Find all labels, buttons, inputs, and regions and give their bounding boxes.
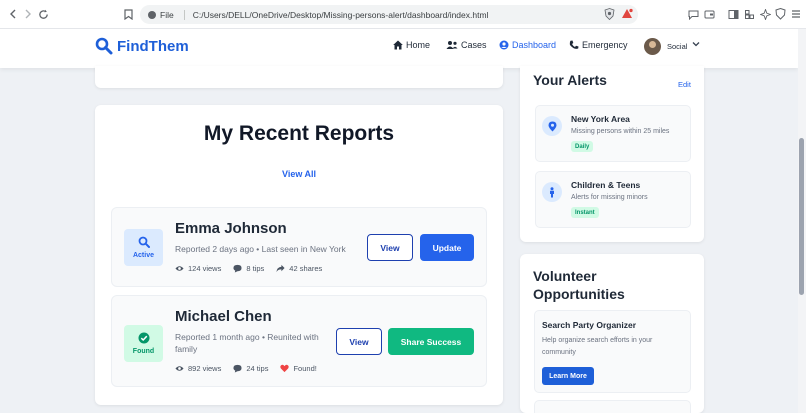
recent-reports-card: My Recent Reports View All Active Emma J…: [95, 105, 503, 405]
user-menu-label[interactable]: Social: [667, 42, 687, 51]
views-stat: 124 views: [175, 264, 221, 273]
eye-icon: [175, 266, 184, 271]
nav-home[interactable]: Home: [393, 40, 430, 50]
report-meta: Reported 1 month ago • Reunited with fam…: [175, 332, 319, 354]
address-bar[interactable]: File C:/Users/DELL/OneDrive/Desktop/Miss…: [140, 5, 638, 24]
share-success-button[interactable]: Share Success: [388, 328, 474, 355]
search-icon: [95, 37, 113, 55]
alerts-title: Your Alerts: [533, 72, 607, 88]
report-stats: 892 views 24 tips Found!: [175, 364, 329, 373]
rewards-icon[interactable]: [620, 7, 634, 21]
status-badge: Found: [124, 325, 163, 362]
site-header: FindThem Home Cases Dashboard Emergency …: [0, 29, 798, 68]
comment-icon: [233, 364, 242, 373]
check-circle-icon: [138, 332, 149, 344]
menu-icon[interactable]: [789, 7, 803, 21]
volunteer-title: Volunteer Opportunities: [533, 268, 625, 302]
view-button[interactable]: View: [367, 234, 413, 261]
home-icon: [393, 40, 403, 50]
vpn-icon[interactable]: [773, 7, 787, 21]
search-icon: [138, 236, 150, 248]
report-stats: 124 views 8 tips 42 shares: [175, 264, 334, 273]
alert-item[interactable]: New York Area Missing persons within 25 …: [535, 105, 691, 162]
learn-more-button[interactable]: Learn More: [542, 367, 594, 385]
views-stat: 892 views: [175, 364, 221, 373]
alert-item[interactable]: Children & Teens Alerts for missing mino…: [535, 171, 691, 228]
back-icon[interactable]: [6, 7, 20, 21]
nav-cases[interactable]: Cases: [446, 40, 487, 50]
eye-icon: [175, 366, 184, 371]
nav-emergency[interactable]: Emergency: [569, 40, 628, 50]
brand-logo[interactable]: FindThem: [95, 37, 189, 55]
scrollbar-thumb[interactable]: [799, 138, 804, 295]
alerts-card: Your Alerts Edit New York Area Missing p…: [520, 66, 704, 242]
info-icon: [148, 10, 156, 19]
report-name: Michael Chen: [175, 308, 272, 325]
url-text: C:/Users/DELL/OneDrive/Desktop/Missing-p…: [192, 9, 489, 20]
volunteer-item: Search Party Organizer Help organize sea…: [534, 310, 691, 393]
section-title: My Recent Reports: [203, 122, 395, 145]
report-name: Emma Johnson: [175, 220, 287, 237]
volunteer-item: [534, 400, 691, 413]
forward-icon[interactable]: [21, 7, 35, 21]
previous-card: [95, 66, 503, 88]
child-icon: [542, 182, 562, 202]
tips-stat: 8 tips: [233, 264, 264, 273]
user-circle-icon: [499, 40, 509, 50]
brand-name: FindThem: [117, 37, 189, 55]
brave-shield-icon[interactable]: [602, 7, 616, 21]
chat-icon[interactable]: [686, 7, 700, 21]
report-card: Found Michael Chen Reported 1 month ago …: [111, 295, 487, 387]
share-icon: [276, 264, 285, 273]
update-button[interactable]: Update: [420, 234, 474, 261]
edit-alerts-link[interactable]: Edit: [678, 80, 691, 89]
bookmark-icon[interactable]: [121, 7, 135, 21]
report-meta: Reported 2 days ago • Last seen in New Y…: [175, 244, 346, 254]
sparkle-icon[interactable]: [758, 7, 772, 21]
wallet-icon[interactable]: [702, 7, 716, 21]
frequency-badge: Instant: [571, 207, 599, 218]
map-pin-icon: [542, 116, 562, 136]
report-card: Active Emma Johnson Reported 2 days ago …: [111, 207, 487, 287]
reload-icon[interactable]: [36, 7, 50, 21]
protocol-label: File: [160, 9, 174, 20]
nav-dashboard[interactable]: Dashboard: [499, 40, 556, 50]
phone-icon: [569, 40, 579, 49]
view-button[interactable]: View: [336, 328, 382, 355]
found-stat: Found!: [280, 364, 317, 373]
volunteer-card: Volunteer Opportunities Search Party Org…: [520, 254, 704, 413]
comment-icon: [233, 264, 242, 273]
shares-stat: 42 shares: [276, 264, 322, 273]
browser-toolbar: File C:/Users/DELL/OneDrive/Desktop/Miss…: [0, 0, 806, 29]
avatar[interactable]: [644, 38, 661, 55]
heart-icon: [280, 364, 290, 373]
frequency-badge: Daily: [571, 141, 594, 152]
tips-stat: 24 tips: [233, 364, 268, 373]
view-all-link[interactable]: View All: [95, 169, 503, 179]
users-icon: [446, 41, 458, 49]
extensions-icon[interactable]: [742, 7, 756, 21]
chevron-down-icon[interactable]: [692, 40, 700, 50]
status-badge: Active: [124, 229, 163, 266]
sidebar-icon[interactable]: [726, 7, 740, 21]
